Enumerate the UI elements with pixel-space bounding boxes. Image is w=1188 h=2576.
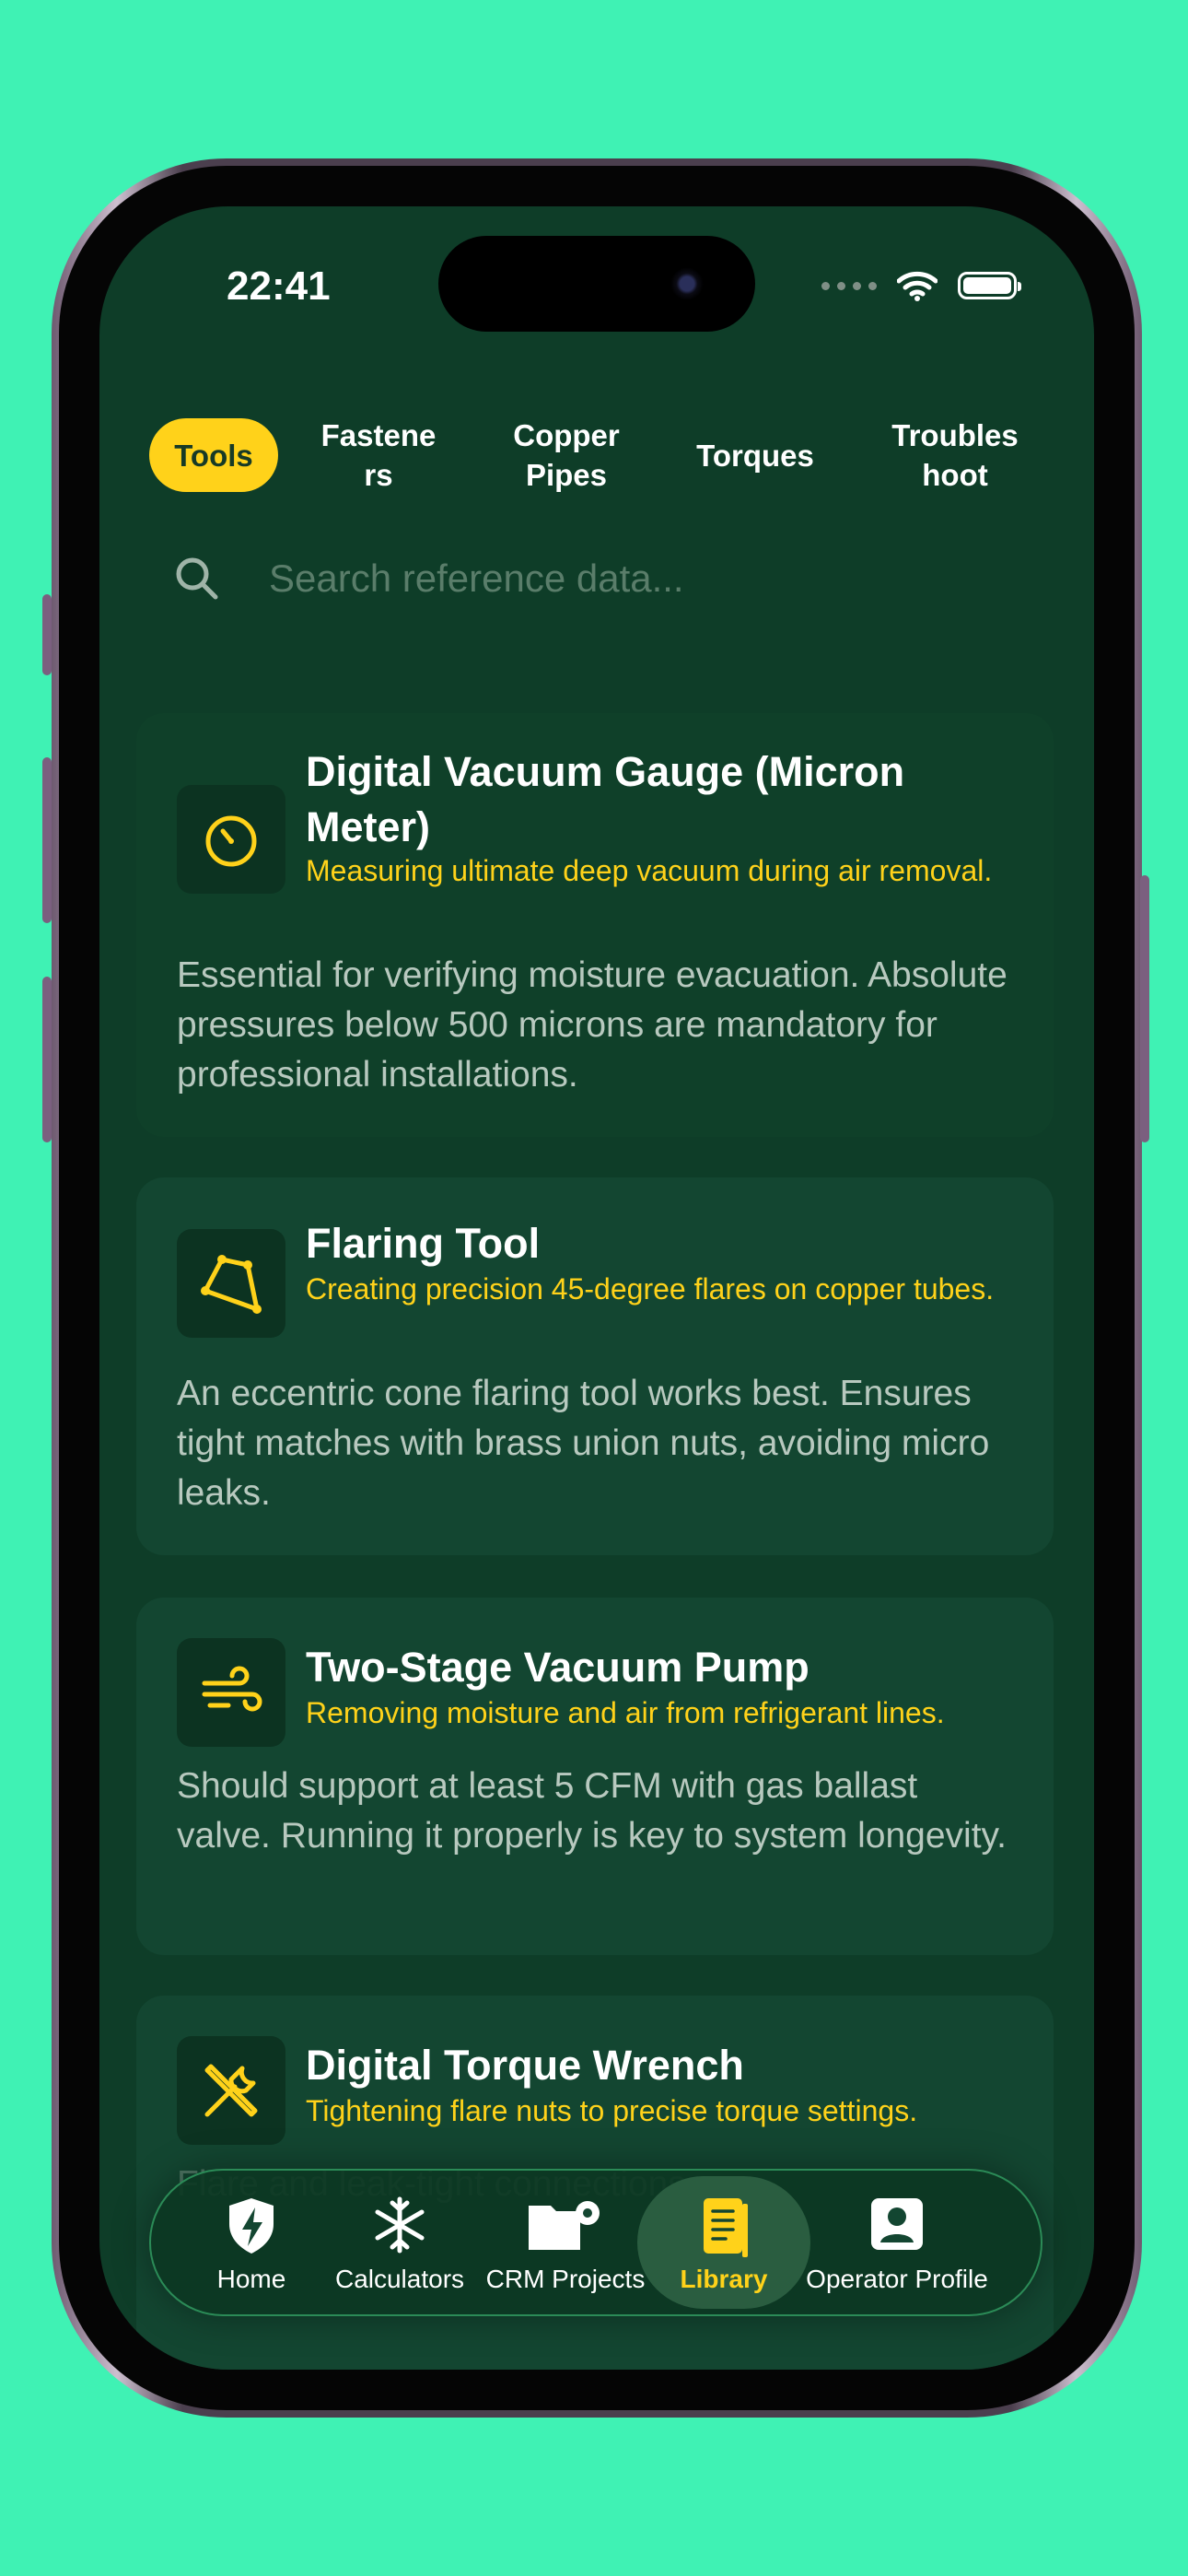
tab-label: Copper Pipes [513, 418, 620, 492]
card-description: An eccentric cone flaring tool works bes… [177, 1374, 990, 1513]
side-button [1140, 875, 1149, 1142]
search-bar[interactable]: Search reference data... [136, 529, 1057, 630]
nav-calculators[interactable]: Calculators [335, 2171, 464, 2314]
nav-library[interactable]: Library [673, 2171, 775, 2314]
tab-label: Torques [696, 438, 814, 473]
tool-card-vacuum-pump[interactable]: Two-Stage Vacuum Pump Removing moisture … [136, 1598, 1054, 1955]
card-title: Digital Torque Wrench [306, 2042, 744, 2089]
tab-fasteners[interactable]: Fastene rs [300, 400, 457, 510]
wrench-screwdriver-icon [177, 2036, 285, 2145]
tab-tools[interactable]: Tools [149, 418, 278, 492]
dynamic-island [438, 236, 755, 332]
tab-troubleshoot[interactable]: Troubles hoot [858, 400, 1052, 510]
tool-card-vacuum-gauge[interactable]: Digital Vacuum Gauge (Micron Meter) Meas… [136, 713, 1054, 1137]
card-subtitle: Measuring ultimate deep vacuum during ai… [306, 854, 993, 887]
battery-icon [958, 272, 1021, 299]
flaring-tool-icon [177, 1229, 285, 1338]
card-title: Flaring Tool [306, 1220, 541, 1267]
card-subtitle: Tightening flare nuts to precise torque … [306, 2094, 918, 2127]
wind-icon [177, 1638, 285, 1747]
tab-label: Fastene rs [320, 418, 437, 492]
search-icon [176, 557, 218, 600]
nav-operator-profile[interactable]: Operator Profile [806, 2171, 988, 2314]
card-description: Essential for verifying moisture evacuat… [177, 955, 1007, 1095]
action-button [42, 594, 52, 675]
nav-label: Operator Profile [806, 2265, 988, 2293]
volume-down-button [42, 977, 52, 1142]
card-subtitle: Creating precision 45-degree flares on c… [306, 1272, 995, 1306]
tab-copper-pipes[interactable]: Copper Pipes [479, 400, 654, 510]
status-time: 22:41 [227, 263, 331, 309]
search-input[interactable]: Search reference data... [269, 556, 684, 601]
gauge-icon [177, 785, 285, 894]
status-indicators [821, 267, 1021, 304]
tab-label: Tools [174, 438, 253, 473]
bottom-tab-bar: Home Calculators CRM Projects Library Op… [149, 2169, 1042, 2316]
nav-crm-projects[interactable]: CRM Projects [486, 2171, 645, 2314]
app-screen: 22:41 Tools Fastene rs Copper Pipes Torq… [99, 206, 1094, 2370]
person-icon [871, 2198, 923, 2250]
camera-icon [670, 267, 704, 300]
shield-bolt-icon [229, 2198, 274, 2254]
category-tabs: Tools Fastene rs Copper Pipes Torques Tr… [149, 400, 1052, 510]
signal-dots-icon [821, 281, 877, 290]
tab-torques[interactable]: Torques [672, 400, 838, 510]
card-title: Digital Vacuum Gauge (Micron Meter) [306, 748, 905, 850]
card-subtitle: Removing moisture and air from refrigera… [306, 1696, 945, 1729]
book-icon [704, 2198, 748, 2257]
volume-up-button [42, 757, 52, 923]
card-description: Should support at least 5 CFM with gas b… [177, 1766, 1007, 1856]
tab-label: Troubles hoot [891, 418, 1019, 492]
card-title: Two-Stage Vacuum Pump [306, 1644, 809, 1691]
tool-card-flaring-tool[interactable]: Flaring Tool Creating precision 45-degre… [136, 1177, 1054, 1555]
snowflake-icon [375, 2196, 425, 2254]
wifi-icon [897, 271, 938, 301]
folder-gear-icon [529, 2201, 600, 2250]
